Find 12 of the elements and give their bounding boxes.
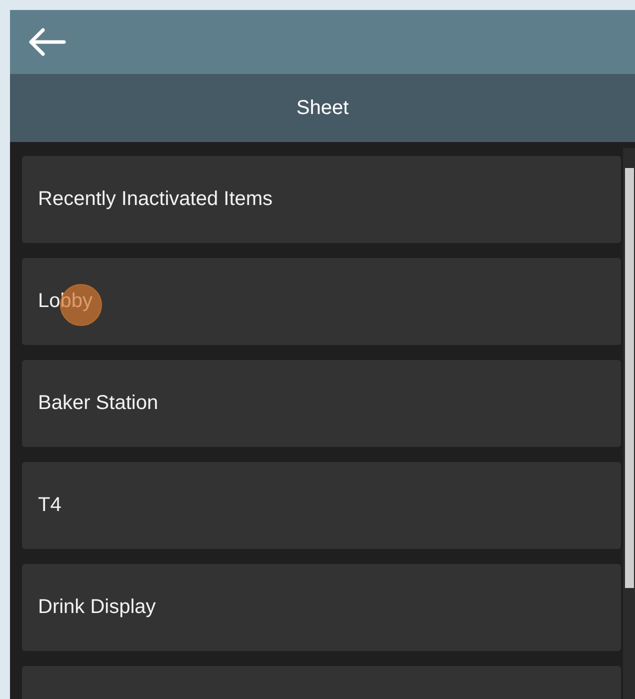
list-item[interactable]: Baker Station bbox=[22, 360, 621, 447]
back-arrow-icon[interactable] bbox=[28, 28, 66, 56]
item-label: Drink Display bbox=[38, 596, 156, 619]
list-item[interactable]: Recently Inactivated Items bbox=[22, 156, 621, 243]
list-item[interactable]: T4 bbox=[22, 462, 621, 549]
item-label: Baker Station bbox=[38, 392, 158, 415]
item-label: Recently Inactivated Items bbox=[38, 188, 273, 211]
scrollbar-thumb[interactable] bbox=[625, 168, 634, 588]
list-item[interactable]: Drink Display bbox=[22, 564, 621, 651]
scrollbar[interactable] bbox=[623, 148, 635, 699]
item-label: T4 bbox=[38, 494, 62, 517]
page-title: Sheet bbox=[296, 96, 349, 120]
